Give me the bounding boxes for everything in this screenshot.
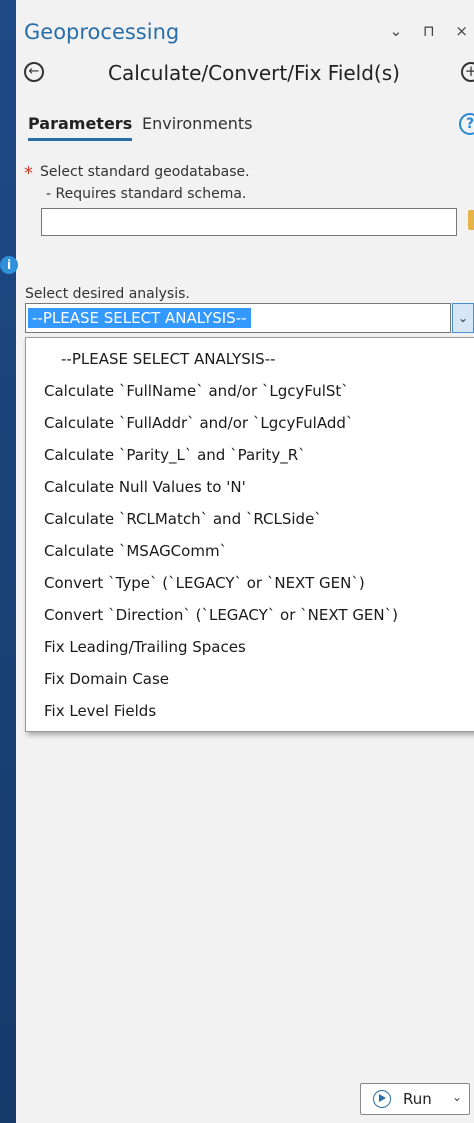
tab-parameters[interactable]: Parameters	[28, 114, 133, 141]
dropdown-option[interactable]: Calculate `MSAGComm`	[26, 535, 474, 567]
dropdown-option[interactable]: Convert `Type` (`LEGACY` or `NEXT GEN`)	[26, 567, 474, 599]
tool-title: Calculate/Convert/Fix Field(s)	[108, 61, 400, 85]
dropdown-option[interactable]: Fix Leading/Trailing Spaces	[26, 631, 474, 663]
dropdown-option[interactable]: Calculate `RCLMatch` and `RCLSide`	[26, 503, 474, 535]
dropdown-option[interactable]: Calculate `Parity_L` and `Parity_R`	[26, 439, 474, 471]
folder-browse-icon[interactable]	[468, 210, 474, 230]
window-edge	[0, 0, 16, 1123]
add-favorite-button[interactable]: +	[461, 62, 474, 82]
run-label: Run	[403, 1090, 432, 1108]
pane-controls[interactable]: ⌄ ⊓ ×	[390, 22, 474, 40]
back-arrow-icon: ←	[28, 64, 40, 79]
dropdown-option[interactable]: Calculate `FullAddr` and/or `LgcyFulAdd`	[26, 407, 474, 439]
dropdown-option[interactable]: Fix Domain Case	[26, 663, 474, 695]
run-button[interactable]: Run ⌄	[360, 1083, 470, 1115]
tab-parameters-label: Parameters	[28, 114, 133, 133]
dropdown-option[interactable]: --PLEASE SELECT ANALYSIS--	[26, 343, 474, 375]
info-icon[interactable]: i	[0, 256, 18, 274]
analysis-select[interactable]: --PLEASE SELECT ANALYSIS--	[25, 303, 451, 333]
analysis-label: Select desired analysis.	[25, 286, 190, 302]
plus-icon: +	[464, 62, 474, 80]
play-icon	[373, 1090, 391, 1108]
tab-active-underline	[28, 138, 133, 141]
gdb-label: Select standard geodatabase.	[40, 164, 250, 180]
required-icon: *	[24, 163, 33, 184]
analysis-select-value: --PLEASE SELECT ANALYSIS--	[28, 308, 251, 328]
tab-environments[interactable]: Environments	[142, 114, 253, 133]
gdb-input[interactable]	[41, 208, 457, 236]
dropdown-option[interactable]: Calculate `FullName` and/or `LgcyFulSt`	[26, 375, 474, 407]
analysis-dropdown-list: --PLEASE SELECT ANALYSIS-- Calculate `Fu…	[25, 337, 474, 732]
help-icon[interactable]: ?	[459, 113, 474, 135]
gdb-sublabel: - Requires standard schema.	[46, 186, 247, 202]
dropdown-option[interactable]: Calculate Null Values to 'N'	[26, 471, 474, 503]
dropdown-option[interactable]: Fix Level Fields	[26, 695, 474, 727]
chevron-down-icon[interactable]: ⌄	[452, 1090, 462, 1104]
chevron-down-icon[interactable]: ⌄	[452, 303, 474, 333]
pane-title: Geoprocessing	[24, 20, 180, 44]
back-button[interactable]: ←	[24, 62, 44, 82]
dropdown-option[interactable]: Convert `Direction` (`LEGACY` or `NEXT G…	[26, 599, 474, 631]
